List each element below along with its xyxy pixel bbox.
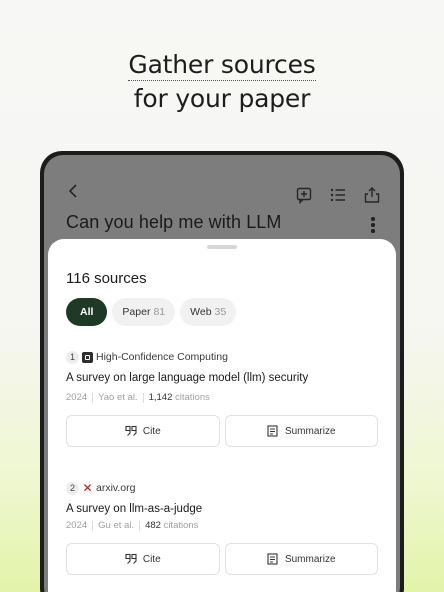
filter-chip-count: 35 <box>214 306 227 318</box>
filter-chip-count: 81 <box>153 306 166 318</box>
chat-title: Can you help me with LLM <box>66 212 282 232</box>
source-title[interactable]: A survey on large language model (llm) s… <box>66 372 378 384</box>
back-arrow-icon[interactable] <box>66 182 80 200</box>
journal-icon <box>82 351 93 363</box>
sources-sheet: 116 sources All Paper 81 Web 35 1 High-Con… <box>48 239 396 592</box>
source-site[interactable]: High-Confidence Computing <box>96 351 228 363</box>
share-icon[interactable] <box>362 185 382 205</box>
meta-divider <box>142 392 144 403</box>
cite-label: Cite <box>142 553 161 565</box>
sources-count-title: 116 sources <box>66 270 147 287</box>
more-options-icon[interactable] <box>370 217 376 235</box>
drag-handle[interactable] <box>207 245 237 249</box>
source-meta: 2024 Yao et al. 1,142 citations <box>66 392 378 403</box>
meta-divider <box>139 520 141 531</box>
cite-label: Cite <box>142 425 161 437</box>
add-note-icon[interactable] <box>294 185 314 205</box>
summarize-icon <box>267 425 278 437</box>
source-index: 2 <box>66 481 79 495</box>
filter-chip-all[interactable]: All <box>66 298 108 326</box>
source-authors: Gu et al. <box>98 520 135 531</box>
source-year: 2024 <box>66 392 88 403</box>
summarize-icon <box>267 553 278 565</box>
summarize-button[interactable]: Summarize <box>224 415 378 447</box>
meta-divider <box>92 392 94 403</box>
summarize-button[interactable]: Summarize <box>224 543 378 575</box>
source-header: 2 ✕ arxiv.org <box>66 480 378 496</box>
device-frame: Can you help me with LLM 116 sources All… <box>40 151 404 592</box>
summarize-label: Summarize <box>284 425 336 437</box>
source-citations: 1,142 citations <box>148 392 210 403</box>
source-title[interactable]: A survey on llm-as-a-judge <box>66 503 378 515</box>
quote-icon <box>125 553 137 564</box>
cite-button[interactable]: Cite <box>66 543 220 575</box>
source-meta: 2024 Gu et al. 482 citations <box>66 520 378 531</box>
headline-line-2: for your paper <box>133 84 311 113</box>
quote-icon <box>125 425 137 436</box>
source-year: 2024 <box>66 520 88 531</box>
list-icon[interactable] <box>328 185 348 205</box>
filter-chip-paper[interactable]: Paper 81 <box>112 298 176 326</box>
source-actions: Cite Summarize <box>66 543 378 575</box>
filter-chip-web[interactable]: Web 35 <box>180 298 237 326</box>
filter-chips: All Paper 81 Web 35 <box>66 298 237 326</box>
source-citations: 482 citations <box>145 520 199 531</box>
headline: Gather sources for your paper <box>0 48 444 116</box>
source-site[interactable]: arxiv.org <box>96 482 135 494</box>
top-bar: Can you help me with LLM <box>44 155 400 235</box>
source-item: 2 ✕ arxiv.org A survey on llm-as-a-judge… <box>66 480 378 575</box>
source-index: 1 <box>66 350 79 364</box>
meta-divider <box>92 520 94 531</box>
source-actions: Cite Summarize <box>66 415 378 447</box>
source-authors: Yao et al. <box>98 392 138 403</box>
source-item: 1 High-Confidence Computing A survey on … <box>66 349 378 447</box>
cite-button[interactable]: Cite <box>66 415 220 447</box>
source-header: 1 High-Confidence Computing <box>66 349 378 365</box>
summarize-label: Summarize <box>284 553 336 565</box>
headline-line-1: Gather sources <box>128 50 316 81</box>
toolbar-icons <box>294 185 382 205</box>
arxiv-icon: ✕ <box>82 480 93 495</box>
app-screen: Can you help me with LLM 116 sources All… <box>44 155 400 592</box>
